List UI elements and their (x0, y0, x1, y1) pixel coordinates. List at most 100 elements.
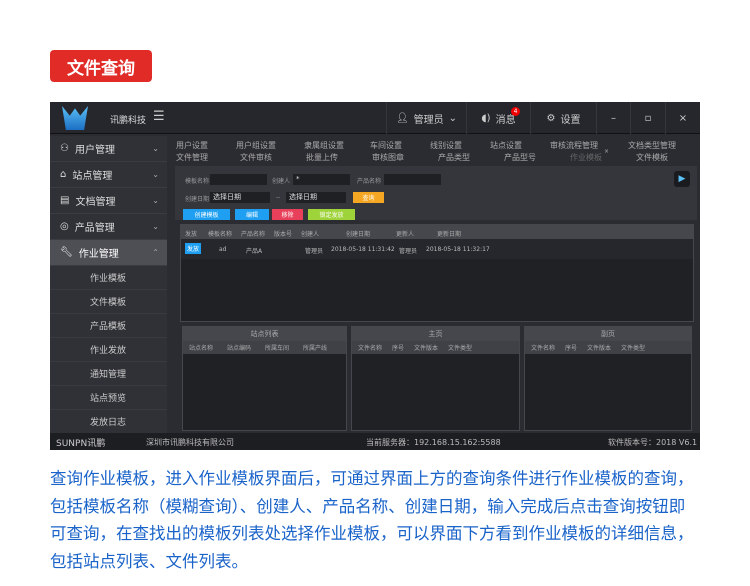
column-header: 创建人 (301, 231, 320, 238)
brand-name: 讯鹏科技 (110, 116, 147, 126)
sidebar-sub-item[interactable]: 产品模板 (50, 314, 167, 338)
tab[interactable]: 站点设置 (490, 140, 522, 151)
messages-button[interactable]: ◖) 消息 4 (466, 102, 530, 134)
column-header: 文件类型 (621, 345, 646, 352)
publish-button[interactable]: 发放 (185, 243, 201, 254)
minimize-button[interactable]: – (596, 102, 630, 134)
edit-button[interactable]: 编辑 (235, 209, 269, 220)
label: 创建日期 (185, 196, 210, 203)
creator-select[interactable]: * (293, 174, 350, 185)
restore-button[interactable]: ▫ (630, 102, 665, 134)
sidebar-sub-item[interactable]: 站点预览 (50, 386, 167, 410)
column-header: 站点名称 (189, 345, 214, 352)
cell: 管理员 (305, 248, 324, 255)
product-name-input[interactable] (384, 174, 441, 185)
settings-button[interactable]: ⚙ 设置 (530, 102, 596, 134)
sidebar-label: 文档管理 (75, 197, 116, 208)
cell: 2018-05-18 11:31:42 (331, 246, 395, 253)
sidebar-sub-item[interactable]: 作业模板 (50, 266, 167, 290)
station-icon: ⌂ (60, 169, 67, 180)
sidebar-item-product[interactable]: ◎ 产品管理 ⌄ (50, 214, 167, 240)
close-button[interactable]: × (665, 102, 700, 134)
version-info: 软件版本号：2018 V6.1 (608, 438, 698, 447)
create-template-button[interactable]: 创建模板 (183, 209, 230, 220)
column-header: 文件名称 (531, 345, 556, 352)
lock-publish-button[interactable]: 锁定发放 (308, 209, 355, 220)
sidebar-item-user[interactable]: ⚇ 用户管理 ⌄ (50, 136, 167, 162)
column-header: 序号 (392, 345, 405, 352)
tab-bar: 用户设置 用户组设置 隶属组设置 车间设置 线别设置 站点设置 审核流程管理 文… (172, 138, 700, 164)
cell: ad (219, 246, 227, 253)
cell: 2018-05-18 11:32:17 (426, 246, 490, 253)
chevron-down-icon: ⌄ (152, 222, 159, 231)
chevron-down-icon: ⌄ (152, 196, 159, 205)
sidebar-sub-item[interactable]: 作业发放 (50, 338, 167, 362)
sidebar-item-document[interactable]: ▤ 文档管理 ⌄ (50, 188, 167, 214)
date-separator: -- (276, 194, 281, 201)
label: 创建人 (272, 178, 291, 185)
tab[interactable]: 车间设置 (370, 140, 402, 151)
server-info: 当前服务器：192.168.15.162:5588 (366, 438, 501, 447)
chevron-down-icon: ⌄ (152, 170, 159, 179)
cell: 产品A (246, 248, 263, 255)
tab[interactable]: 文件管理 (176, 152, 208, 163)
status-bar: SUNPN讯鹏 深圳市讯鹏科技有限公司 当前服务器：192.168.15.162… (50, 433, 700, 450)
station-list-panel: 站点列表 站点名称 站点编码 所属车间 所属产线 (182, 326, 347, 431)
sidebar-sub-item[interactable]: 发放日志 (50, 410, 167, 434)
end-date-input[interactable]: 选择日期 (286, 192, 346, 203)
tab[interactable]: 文件审核 (240, 152, 272, 163)
column-header: 序号 (565, 345, 578, 352)
top-bar: 讯鹏科技 ☰ 👤︎ 管理员 ⌄ ◖) 消息 4 ⚙ 设置 – ▫ × (50, 102, 700, 134)
sidebar-item-station[interactable]: ⌂ 站点管理 ⌄ (50, 162, 167, 188)
tab[interactable]: 文档类型管理 (628, 140, 676, 151)
sub-page-panel: 副页 文件名称 序号 文件版本 文件类型 (524, 326, 692, 431)
sidebar-label: 作业管理 (78, 249, 119, 260)
speaker-icon: ◖) (481, 112, 491, 124)
tab[interactable]: 用户组设置 (236, 140, 276, 151)
tab[interactable]: 审核流程管理 (550, 140, 598, 151)
template-table: 发放 模板名称 产品名称 版本号 创建人 创建日期 更新人 更新日期 发放 ad… (180, 224, 694, 322)
tab[interactable]: 文件模板 (636, 152, 668, 163)
sidebar-sub-item[interactable]: 文件模板 (50, 290, 167, 314)
column-header: 文件版本 (414, 345, 439, 352)
app-window: 讯鹏科技 ☰ 👤︎ 管理员 ⌄ ◖) 消息 4 ⚙ 设置 – ▫ × ⚇ 用户管理 ⌄ ⌂ 站点… (50, 102, 700, 450)
template-name-input[interactable] (210, 174, 267, 185)
column-header: 文件版本 (587, 345, 612, 352)
menu-icon[interactable]: ☰ (153, 109, 165, 124)
play-icon[interactable]: ▶ (674, 171, 690, 187)
user-name: 管理员 (413, 114, 444, 126)
delete-button[interactable]: 移除 (272, 209, 303, 220)
tab[interactable]: 隶属组设置 (304, 140, 344, 151)
tab[interactable]: 产品类型 (438, 152, 470, 163)
panel-title: 副页 (525, 327, 691, 341)
panel-title: 主页 (352, 327, 519, 341)
sidebar-label: 用户管理 (74, 145, 115, 156)
query-panel: 模板名称 创建人 * 产品名称 创建日期 选择日期 -- 选择日期 查询 创建模… (175, 166, 697, 220)
sidebar: ⚇ 用户管理 ⌄ ⌂ 站点管理 ⌄ ▤ 文档管理 ⌄ ◎ 产品管理 ⌄ 🔧︎ 作业管理 ⌃ 作业模板… (50, 136, 167, 434)
start-date-input[interactable]: 选择日期 (210, 192, 270, 203)
settings-label: 设置 (560, 114, 581, 126)
tab[interactable]: 审核图章 (372, 152, 404, 163)
user-menu[interactable]: 👤︎ 管理员 ⌄ (386, 102, 466, 134)
tab[interactable]: 批量上传 (306, 152, 338, 163)
product-icon: ◎ (60, 221, 69, 232)
tab-close-icon[interactable]: × (604, 148, 609, 155)
chevron-down-icon: ⌄ (448, 112, 458, 124)
table-row[interactable]: 发放 ad 产品A 管理员 2018-05-18 11:31:42 管理员 20… (181, 239, 693, 259)
search-button[interactable]: 查询 (353, 192, 384, 203)
column-header: 所属车间 (265, 345, 290, 352)
description-text: 查询作业模板，进入作业模板界面后，可通过界面上方的查询条件进行作业模板的查询，包… (50, 469, 694, 571)
sidebar-item-job[interactable]: 🔧︎ 作业管理 ⌃ (50, 240, 167, 266)
tab-active[interactable]: 作业模板 (570, 152, 602, 163)
tab[interactable]: 线别设置 (430, 140, 462, 151)
column-header: 文件名称 (358, 345, 383, 352)
tab[interactable]: 产品型号 (504, 152, 536, 163)
chevron-up-icon: ⌃ (152, 248, 159, 257)
logo-icon (62, 106, 88, 130)
sidebar-sub-item[interactable]: 通知管理 (50, 362, 167, 386)
column-header: 模板名称 (208, 231, 233, 238)
tab[interactable]: 用户设置 (176, 140, 208, 151)
users-icon: ⚇ (60, 143, 69, 154)
gear-icon: ⚙ (546, 112, 556, 124)
panel-title: 站点列表 (183, 327, 346, 341)
